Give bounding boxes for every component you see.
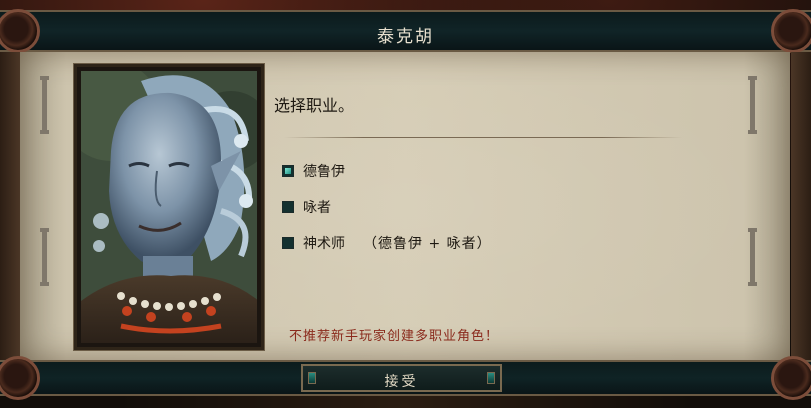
- hinge-ornament: [748, 76, 757, 134]
- dialog-title: 泰克胡: [377, 27, 434, 47]
- left-frame-strip: [0, 52, 20, 360]
- option-chanter[interactable]: 咏者: [282, 198, 331, 216]
- checkbox-icon[interactable]: [282, 237, 294, 249]
- hinge-ornament: [748, 228, 757, 286]
- option-label: 德鲁伊: [303, 164, 345, 180]
- portrait-frame: [74, 64, 264, 350]
- accept-button-label: 接受: [384, 374, 419, 390]
- accept-button[interactable]: 接受: [301, 364, 502, 392]
- character-portrait-art: [81, 71, 257, 343]
- hinge-ornament: [40, 228, 49, 286]
- checkbox-icon[interactable]: [282, 201, 294, 213]
- scroll-curl-icon: [771, 356, 811, 400]
- dialog-header: 泰克胡: [0, 10, 811, 52]
- right-frame-strip: [791, 52, 811, 360]
- scroll-curl-icon: [771, 9, 811, 53]
- checkbox-checked-icon[interactable]: [282, 165, 294, 177]
- option-druid[interactable]: 德鲁伊: [282, 162, 345, 180]
- gem-icon: [487, 372, 495, 384]
- option-detail: （德鲁伊 + 咏者）: [363, 236, 492, 252]
- character-portrait: [81, 71, 257, 343]
- option-label: 咏者: [303, 200, 331, 216]
- multiclass-warning: 不推荐新手玩家创建多职业角色！: [289, 329, 500, 344]
- option-shifter[interactable]: 神术师 （德鲁伊 + 咏者）: [282, 234, 492, 252]
- hinge-ornament: [40, 76, 49, 134]
- class-prompt: 选择职业。: [274, 96, 355, 115]
- divider: [284, 137, 682, 138]
- option-label: 神术师: [303, 236, 345, 252]
